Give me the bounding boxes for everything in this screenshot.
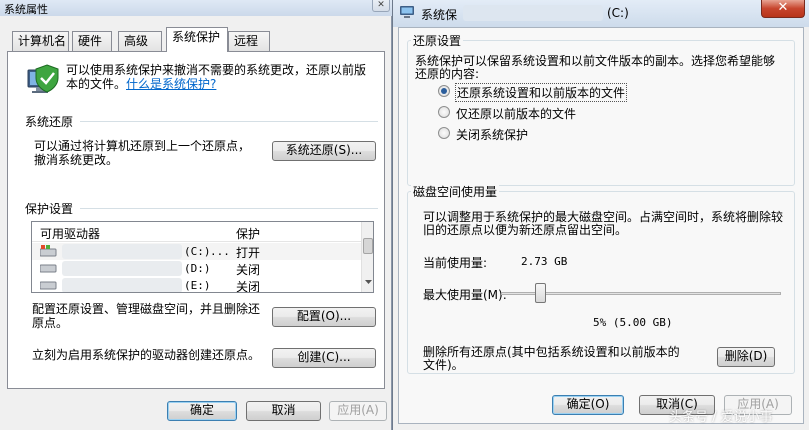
window-title-drive: (C:) <box>607 6 629 20</box>
radio-label-restore-settings-and-files[interactable]: 还原系统设置和以前版本的文件 <box>455 83 628 102</box>
drive-list[interactable]: 可用驱动器 保护 (C:) ... 打开 (D:) 关闭 (E:) 关闭 <box>31 221 374 293</box>
system-restore-desc-line2: 撤消系统更改。 <box>34 153 119 167</box>
redacted-title <box>463 5 603 21</box>
drive-icon <box>40 264 57 273</box>
cancel-button[interactable]: 取消 <box>246 401 321 421</box>
system-protection-icon <box>27 64 59 93</box>
max-usage-value: 5% (5.00 GB) <box>593 316 673 329</box>
redacted-drive-label <box>62 261 182 276</box>
window-title: 系统保 <box>421 8 458 22</box>
column-header-drive[interactable]: 可用驱动器 <box>40 225 100 242</box>
slider-thumb[interactable] <box>535 283 546 303</box>
drive-row[interactable]: (C:) ... 打开 <box>32 243 362 260</box>
system-protection-dialog: 系统保 (C:) ✕ 还原设置 系统保护可以保留系统设置和以前文件版本的副本。选… <box>392 0 809 430</box>
scroll-down-arrow-icon[interactable] <box>365 280 372 285</box>
radio-restore-files-only[interactable] <box>438 106 450 118</box>
drive-protection-status: 关闭 <box>236 263 261 277</box>
disk-usage-heading: 磁盘空间使用量 <box>411 183 500 200</box>
intro-text-line2: 本的文件。什么是系统保护? <box>66 75 216 92</box>
drive-protection-status: 打开 <box>236 246 261 260</box>
max-usage-slider[interactable] <box>501 283 781 305</box>
tab-computer-name[interactable]: 计算机名 <box>12 31 69 51</box>
watermark-text: 头条号 / 爱说小事 <box>669 410 773 425</box>
protection-settings-heading: 保护设置 <box>25 202 74 216</box>
close-button[interactable]: ✕ <box>372 0 390 12</box>
system-restore-heading: 系统还原 <box>25 115 74 129</box>
current-usage-value: 2.73 GB <box>521 255 568 268</box>
configure-button[interactable]: 配置(O)... <box>272 307 376 327</box>
create-button[interactable]: 创建(C)... <box>272 348 376 368</box>
window-title: 系统属性 <box>4 3 48 16</box>
tab-hardware[interactable]: 硬件 <box>72 31 112 51</box>
list-scrollbar[interactable] <box>361 222 373 292</box>
drive-windows-icon <box>40 245 57 257</box>
drive-letter: (C:) <box>184 245 211 258</box>
redacted-drive-label <box>62 278 182 292</box>
tab-advanced[interactable]: 高级 <box>118 31 162 51</box>
what-is-system-protection-link[interactable]: 什么是系统保护? <box>126 77 216 91</box>
system-protection-panel: 可以使用系统保护来撤消不需要的系统更改，还原以前版 本的文件。什么是系统保护? … <box>7 51 385 389</box>
max-usage-label: 最大使用量(M): <box>423 288 507 302</box>
drive-ellipsis: ... <box>210 245 230 258</box>
delete-restore-points-text-line2: 文件)。 <box>423 358 464 372</box>
scroll-thumb[interactable] <box>363 238 373 254</box>
radio-turn-off-protection[interactable] <box>438 127 450 139</box>
delete-button[interactable]: 删除(D) <box>717 347 775 367</box>
radio-label-turn-off-protection[interactable]: 关闭系统保护 <box>456 126 528 143</box>
column-header-protection[interactable]: 保护 <box>236 225 260 242</box>
tab-remote[interactable]: 远程 <box>228 31 270 51</box>
drive-letter: (D:) <box>184 262 211 275</box>
configure-text-line2: 原点。 <box>32 316 69 330</box>
intro-text-suffix: 本的文件。 <box>66 77 127 91</box>
drive-list-header: 可用驱动器 保护 <box>32 222 362 242</box>
redacted-drive-label <box>62 244 182 259</box>
disk-usage-desc-line2: 旧的还原点以便为新还原点留出空间。 <box>423 223 628 237</box>
restore-settings-desc-line2: 还原的内容: <box>415 67 480 81</box>
ok-button[interactable]: 确定 <box>167 401 237 421</box>
radio-restore-settings-and-files[interactable] <box>438 85 450 97</box>
drive-icon <box>40 281 57 290</box>
close-button[interactable]: ✕ <box>761 0 805 18</box>
drive-letter: (E:) <box>184 279 211 292</box>
title-bar: 系统保 (C:) <box>393 0 809 27</box>
ok-button[interactable]: 确定(O) <box>552 395 624 415</box>
current-usage-label: 当前使用量: <box>423 256 488 270</box>
section-divider <box>80 121 378 122</box>
title-bar: 系统属性 <box>0 0 392 16</box>
drive-row[interactable]: (E:) 关闭 <box>32 277 362 293</box>
computer-icon <box>400 6 414 18</box>
dialog-body: 还原设置 系统保护可以保留系统设置和以前文件版本的副本。选择您希望能够 还原的内… <box>398 27 804 424</box>
system-properties-window: 系统属性 ✕ 计算机名 硬件 高级 系统保护 远程 可以使用系统保护来撤消不需要… <box>0 0 392 430</box>
create-restore-point-text: 立刻为启用系统保护的驱动器创建还原点。 <box>32 348 261 362</box>
section-divider <box>80 208 378 209</box>
tab-system-protection[interactable]: 系统保护 <box>166 27 228 52</box>
restore-settings-heading: 还原设置 <box>411 32 464 49</box>
radio-label-restore-files-only[interactable]: 仅还原以前版本的文件 <box>456 105 576 122</box>
drive-row[interactable]: (D:) 关闭 <box>32 260 362 277</box>
apply-button[interactable]: 应用(A) <box>329 401 387 421</box>
drive-protection-status: 关闭 <box>236 280 261 293</box>
system-restore-button[interactable]: 系统还原(S)... <box>272 141 376 161</box>
